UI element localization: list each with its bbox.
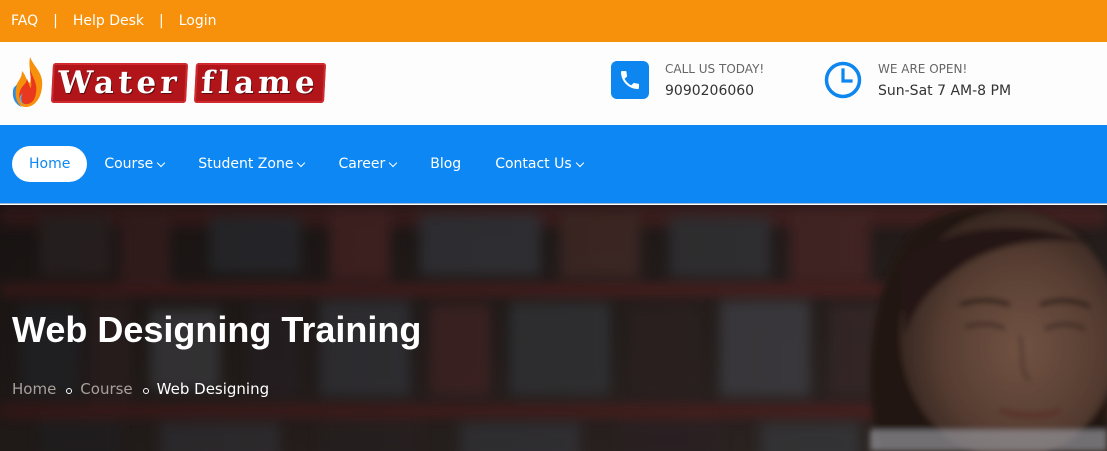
contact-label: CALL US TODAY! [665,62,765,76]
contact-phone: CALL US TODAY! 9090206060 [611,61,764,99]
phone-icon [611,61,649,99]
hero-banner: Web Designing Training Home Course Web D… [0,205,1107,451]
contact-hours: WE ARE OPEN! Sun-Sat 7 AM-8 PM [824,61,1011,99]
help-desk-link[interactable]: Help Desk [73,13,144,29]
login-link[interactable]: Login [179,13,217,29]
contact-label: WE ARE OPEN! [878,62,968,76]
chevron-down-icon [156,158,166,167]
chevron-down-icon [389,158,398,167]
nav-label: Home [29,156,71,172]
chevron-down-icon [297,158,306,167]
logo-wordmark: Water flame [50,57,326,109]
nav-label: Contact Us [495,156,572,172]
clock-icon [824,61,862,99]
site-header: Water flame CALL US TODAY! 9090206060 WE… [0,42,1107,125]
phone-number[interactable]: 9090206060 [665,83,764,99]
logo-word: Water [50,63,188,103]
nav-item-career[interactable]: Career [321,146,413,182]
logo[interactable]: Water flame [10,53,350,113]
opening-hours: Sun-Sat 7 AM-8 PM [878,83,1012,99]
nav-label: Career [338,156,386,172]
breadcrumb-current: Web Designing [156,380,270,398]
nav-item-course[interactable]: Course [87,146,181,182]
circle-separator-icon [142,387,149,394]
breadcrumb-home[interactable]: Home [12,380,56,398]
nav-item-home[interactable]: Home [12,146,88,182]
flame-icon [12,57,43,107]
separator: | [159,13,164,29]
circle-separator-icon [66,387,73,394]
breadcrumb: Home Course Web Designing [12,380,269,398]
nav-item-student-zone[interactable]: Student Zone [181,146,321,182]
nav-item-blog[interactable]: Blog [413,146,478,182]
faq-link[interactable]: FAQ [11,13,38,29]
nav-label: Student Zone [198,156,294,172]
logo-word: flame [193,63,326,103]
main-nav: Home Course Student Zone Career Blog Con… [0,125,1107,204]
nav-item-contact-us[interactable]: Contact Us [478,146,599,182]
nav-label: Blog [430,156,462,172]
breadcrumb-course[interactable]: Course [80,380,132,398]
top-bar: FAQ | Help Desk | Login [0,0,1107,42]
chevron-down-icon [575,158,584,167]
nav-label: Course [104,156,154,172]
page-title: Web Designing Training [12,309,422,350]
separator: | [53,13,58,29]
